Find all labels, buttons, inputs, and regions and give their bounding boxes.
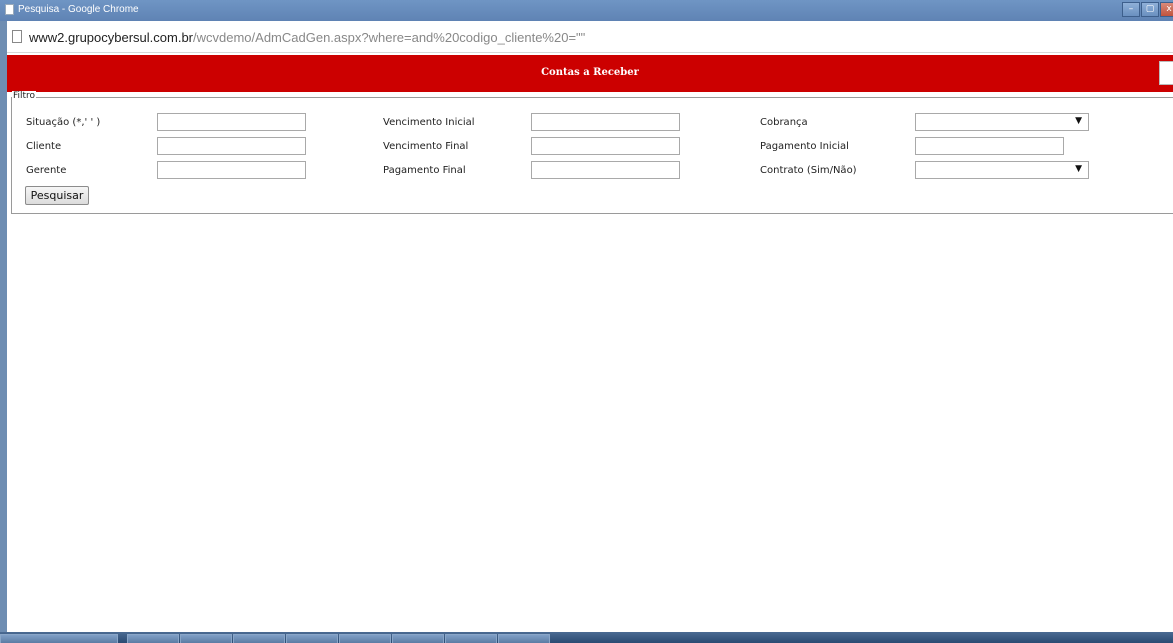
pesquisar-button[interactable]: Pesquisar: [25, 186, 89, 205]
header-side-button[interactable]: [1159, 61, 1173, 85]
browser-window: Pesquisa - Google Chrome – ▢ x www2.grup…: [0, 0, 1173, 643]
vencimento-final-input[interactable]: [531, 137, 680, 155]
maximize-button[interactable]: ▢: [1141, 2, 1159, 17]
taskbar-item[interactable]: [445, 634, 497, 643]
pagamento-final-label: Pagamento Final: [383, 165, 466, 176]
page-header: Contas a Receber: [7, 55, 1173, 92]
close-button[interactable]: x: [1160, 2, 1173, 17]
contrato-select[interactable]: ▼: [915, 161, 1089, 179]
url-host: www2.grupocybersul.com.br: [29, 30, 194, 45]
cliente-label: Cliente: [26, 141, 62, 152]
situacao-label: Situação (*,' ' ): [26, 117, 101, 128]
situacao-input[interactable]: [157, 113, 306, 131]
minimize-button[interactable]: –: [1122, 2, 1140, 17]
page-icon: [5, 4, 14, 15]
filter-legend: Filtro: [12, 91, 37, 101]
gerente-label: Gerente: [26, 165, 67, 176]
pagamento-inicial-input[interactable]: [915, 137, 1064, 155]
taskbar-item[interactable]: [339, 634, 391, 643]
vencimento-inicial-label: Vencimento Inicial: [383, 117, 475, 128]
page-title: Contas a Receber: [541, 67, 639, 78]
taskbar: [0, 632, 1173, 643]
cobranca-label: Cobrança: [760, 117, 808, 128]
filter-fieldset: Filtro Situação (*,' ' ) Cliente Gerente…: [11, 91, 1173, 214]
contrato-label: Contrato (Sim/Não): [760, 165, 857, 176]
taskbar-item[interactable]: [233, 634, 285, 643]
taskbar-item[interactable]: [286, 634, 338, 643]
pagamento-inicial-label: Pagamento Inicial: [760, 141, 849, 152]
taskbar-start-item[interactable]: [0, 634, 118, 643]
taskbar-item[interactable]: [498, 634, 550, 643]
pagamento-final-input[interactable]: [531, 161, 680, 179]
dropdown-arrow-icon: ▼: [1075, 116, 1082, 126]
url-text[interactable]: www2.grupocybersul.com.br/wcvdemo/AdmCad…: [29, 30, 585, 45]
cobranca-select[interactable]: ▼: [915, 113, 1089, 131]
taskbar-item[interactable]: [127, 634, 179, 643]
window-controls: – ▢ x: [1121, 2, 1173, 17]
cliente-input[interactable]: [157, 137, 306, 155]
window-title: Pesquisa - Google Chrome: [18, 4, 139, 15]
gerente-input[interactable]: [157, 161, 306, 179]
vencimento-final-label: Vencimento Final: [383, 141, 469, 152]
vencimento-inicial-input[interactable]: [531, 113, 680, 131]
title-bar: Pesquisa - Google Chrome – ▢ x: [0, 0, 1173, 21]
dropdown-arrow-icon: ▼: [1075, 164, 1082, 174]
taskbar-item[interactable]: [392, 634, 444, 643]
url-path: /wcvdemo/AdmCadGen.aspx?where=and%20codi…: [193, 30, 586, 45]
document-icon: [12, 30, 22, 43]
taskbar-item[interactable]: [180, 634, 232, 643]
address-bar[interactable]: www2.grupocybersul.com.br/wcvdemo/AdmCad…: [7, 21, 1173, 53]
